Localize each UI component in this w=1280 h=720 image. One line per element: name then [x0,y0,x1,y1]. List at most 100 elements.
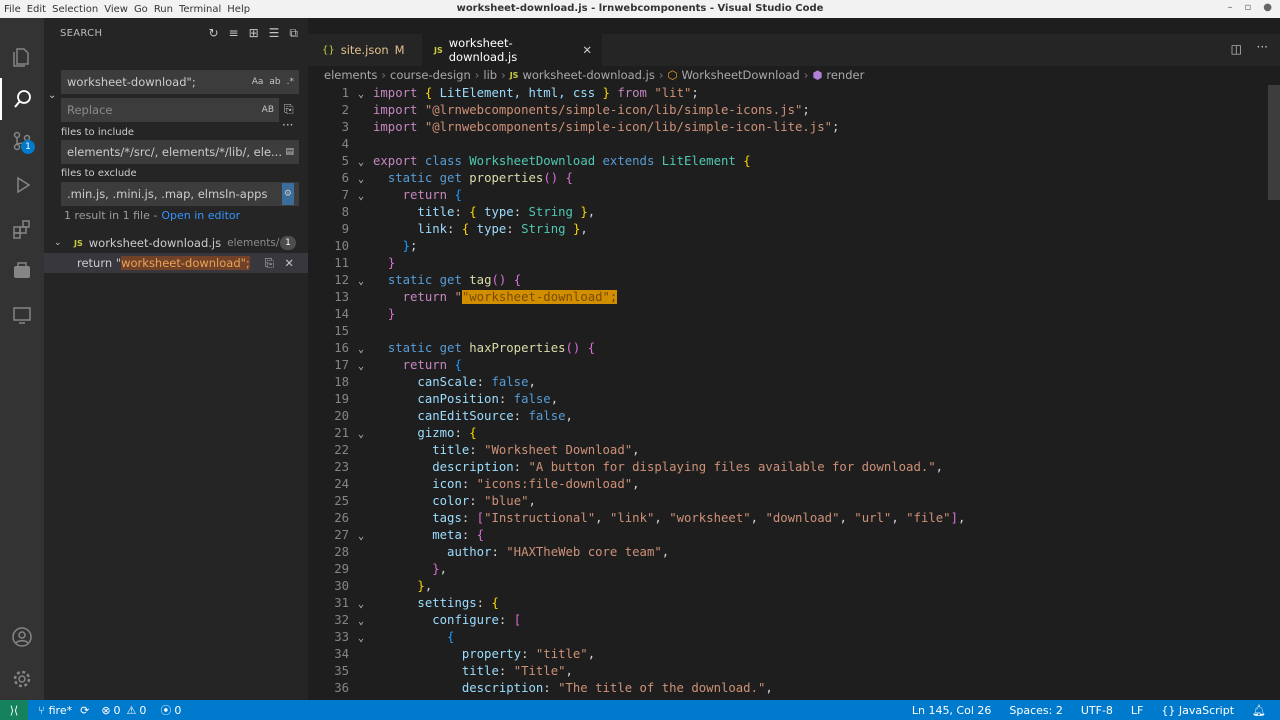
code-line: 25 color: "blue", [334,494,536,508]
menu-file[interactable]: File [4,4,27,15]
notifications-icon[interactable]: 🔔︎ [1252,704,1266,717]
use-exclude-settings-icon[interactable]: ⚙ [281,183,294,205]
activity-bar: 1 [0,18,44,700]
files-include-input[interactable]: elements/*/src/, elements/*/lib/, ele...… [61,140,299,164]
remote-indicator-icon[interactable]: ⟩⟨ [0,700,28,720]
close-tab-icon[interactable]: ✕ [582,43,592,57]
include-value: elements/*/src/, elements/*/lib/, ele... [67,145,282,159]
menu-run[interactable]: Run [154,4,179,15]
collapse-all-icon[interactable]: ⧉ [289,26,298,41]
more-actions-icon[interactable]: ··· [1257,40,1268,54]
warning-count[interactable]: 0 [139,704,146,717]
open-editors-only-icon[interactable]: ▤ [285,141,294,163]
error-count[interactable]: 0 [114,704,121,717]
code-line: 12 ⌄ static get tag() { [334,273,522,287]
replace-input[interactable]: Replace AB [61,98,279,122]
search-icon[interactable] [0,78,44,120]
code-line: 24 icon: "icons:file-download", [334,477,640,491]
match-text: worksheet-download"; [121,256,250,270]
chevron-right-icon: › [501,68,506,82]
maximize-icon[interactable]: ▫ [1244,2,1251,13]
breadcrumb-item[interactable]: render [826,68,864,82]
line-ending[interactable]: LF [1131,704,1143,717]
account-icon[interactable] [0,616,44,658]
code-line: 27 ⌄ meta: { [334,528,485,542]
menu-selection[interactable]: Selection [52,4,104,15]
new-search-editor-icon[interactable]: ⊞ [249,26,259,41]
code-line: 26 tags: ["Instructional", "link", "work… [334,511,966,525]
result-file-row[interactable]: ⌄ JS worksheet-download.js elements/... … [44,233,308,253]
code-line: 31 ⌄ settings: { [334,596,499,610]
testing-icon[interactable] [0,294,44,336]
breadcrumb-item[interactable]: lib [483,68,497,82]
view-as-tree-icon[interactable]: ☰ [269,26,280,41]
language-mode[interactable]: {} JavaScript [1161,704,1234,717]
code-line: 8 title: { type: String }, [341,205,596,219]
menu-go[interactable]: Go [134,4,154,15]
code-line: 19 canPosition: false, [334,392,559,406]
results-count: 1 result in 1 file - [64,209,158,222]
result-file-name: worksheet-download.js [88,236,222,250]
code-line: 18 canScale: false, [334,375,536,389]
split-editor-icon[interactable]: ◫ [1231,42,1242,56]
tab-worksheet-download[interactable]: JS worksheet-download.js ✕ [422,34,602,66]
menu-terminal[interactable]: Terminal [179,4,227,15]
indentation[interactable]: Spaces: 2 [1009,704,1062,717]
include-options: ▤ [285,141,294,163]
ports-count[interactable]: 0 [174,704,181,717]
breadcrumb-item[interactable]: course-design [390,68,471,82]
source-control-icon[interactable]: 1 [0,120,44,162]
branch-name[interactable]: fire* [49,704,72,717]
replace-match-icon[interactable]: ⎘ [265,256,274,271]
search-input[interactable]: worksheet-download"; Aa ab .* [61,70,299,94]
tab-site-json[interactable]: {} site.json M [308,34,422,66]
javascript-file-icon: JS [509,70,519,80]
cursor-position[interactable]: Ln 145, Col 26 [912,704,992,717]
minimize-icon[interactable]: – [1227,2,1232,13]
code-line: 22 title: "Worksheet Download", [334,443,640,457]
method-symbol-icon: ⬢ [812,68,823,82]
code-line: 20 canEditSource: false, [334,409,573,423]
code-line: 32 ⌄ configure: [ [334,613,522,627]
run-debug-icon[interactable] [0,164,44,206]
code-line: 1 ⌄ import { LitElement, html, css } from … [341,86,699,100]
preserve-case-icon[interactable]: AB [262,99,274,121]
whole-word-icon[interactable]: ab [269,71,280,93]
extensions-icon[interactable] [0,208,44,250]
status-right: Ln 145, Col 26 Spaces: 2 UTF-8 LF {} Jav… [912,700,1280,720]
settings-gear-icon[interactable] [0,658,44,700]
breadcrumb-item[interactable]: worksheet-download.js [522,68,654,82]
menu-view[interactable]: View [104,4,134,15]
status-bar: ⟩⟨ ⑂ fire* ⟳ ⊗ 0 ⚠ 0 ⦿ 0 Ln 145, Col 26 … [0,700,1280,720]
menu-edit[interactable]: Edit [27,4,52,15]
breadcrumb-item[interactable]: elements [324,68,377,82]
code-line: 35 title: "Title", [334,664,573,678]
sync-icon[interactable]: ⟳ [80,704,89,717]
more-options-icon[interactable]: ··· [282,118,293,132]
open-in-editor-link[interactable]: Open in editor [161,209,240,222]
match-case-icon[interactable]: Aa [252,71,264,93]
replace-options: AB [262,99,274,121]
menu-help[interactable]: Help [227,4,256,15]
search-input-value: worksheet-download"; [67,75,196,89]
chevron-right-icon: › [803,68,809,82]
files-exclude-input[interactable]: .min.js, .mini.js, .map, elmsln-apps ⚙ [61,182,299,206]
code-line: 7 ⌄ return { [341,188,462,202]
exclude-value: .min.js, .mini.js, .map, elmsln-apps [67,187,268,201]
regex-icon[interactable]: .* [287,71,294,93]
encoding[interactable]: UTF-8 [1081,704,1113,717]
result-match-row[interactable]: return " worksheet-download"; ⎘ ✕ [44,253,308,273]
dismiss-match-icon[interactable]: ✕ [284,256,294,270]
replace-all-icon[interactable]: ⎘ [284,102,294,117]
replace-toggle-chevron-icon[interactable]: ⌄ [48,90,56,101]
result-count-badge: 1 [280,236,296,250]
breadcrumb-item[interactable]: WorksheetDownload [681,68,799,82]
close-window-icon[interactable]: ● [1263,2,1272,13]
editor-scrollbar[interactable] [1268,85,1280,200]
code-editor[interactable]: 1 ⌄ import { LitElement, html, css } from … [308,85,1268,700]
code-line: 3 import "@lrnwebcomponents/simple-icon/… [341,120,840,134]
refresh-icon[interactable]: ↻ [208,26,218,41]
explorer-icon[interactable] [0,36,44,78]
clear-results-icon[interactable]: ≡ [229,26,239,41]
remote-explorer-icon[interactable] [0,250,44,292]
